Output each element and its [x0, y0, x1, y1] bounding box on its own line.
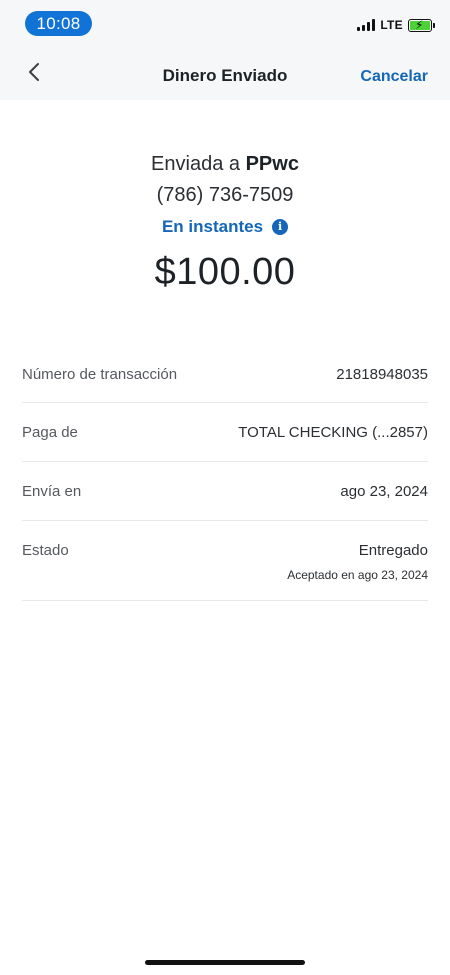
detail-label: Paga de — [22, 424, 78, 441]
detail-row-send-date: Envía en ago 23, 2024 — [22, 462, 428, 521]
status-value-group: Entregado Aceptado en ago 23, 2024 — [287, 542, 428, 582]
delivery-speed[interactable]: En instantes i — [161, 217, 289, 237]
home-indicator — [145, 960, 305, 965]
detail-value: TOTAL CHECKING (...2857) — [238, 424, 428, 441]
sent-prefix: Enviada a — [151, 153, 241, 175]
status-bar: 10:08 LTE ⚡ — [0, 0, 450, 46]
signal-icon — [357, 19, 376, 31]
status-indicators: LTE ⚡ — [357, 18, 435, 32]
detail-label: Estado — [22, 542, 69, 559]
detail-label: Número de transacción — [22, 366, 178, 383]
detail-value: 21818948035 — [336, 366, 428, 383]
detail-row-pay-from: Paga de TOTAL CHECKING (...2857) — [22, 403, 428, 462]
delivery-speed-label: En instantes — [161, 217, 264, 236]
detail-row-status: Estado Entregado Aceptado en ago 23, 202… — [22, 521, 428, 601]
nav-bar: Dinero Enviado Cancelar — [0, 46, 450, 100]
battery-charging-icon: ⚡ — [408, 18, 435, 32]
recipient-phone: (786) 736-7509 — [156, 184, 294, 206]
transaction-details: Número de transacción 21818948035 Paga d… — [22, 345, 428, 601]
recipient-name: PPwc — [245, 153, 299, 175]
recipient-line: Enviada a PPwc — [0, 150, 450, 178]
status-value: Entregado — [358, 542, 428, 559]
info-icon[interactable]: i — [272, 219, 289, 235]
amount: $100.00 — [154, 251, 296, 293]
detail-row-transaction-number: Número de transacción 21818948035 — [22, 345, 428, 403]
detail-value: ago 23, 2024 — [340, 483, 428, 500]
network-label: LTE — [380, 18, 403, 32]
payment-summary: Enviada a PPwc (786) 736-7509 En instant… — [0, 150, 450, 294]
cancel-button[interactable]: Cancelar — [360, 68, 428, 86]
detail-label: Envía en — [22, 483, 82, 500]
status-accepted-date: Aceptado en ago 23, 2024 — [287, 568, 428, 582]
status-time: 10:08 — [25, 11, 92, 36]
